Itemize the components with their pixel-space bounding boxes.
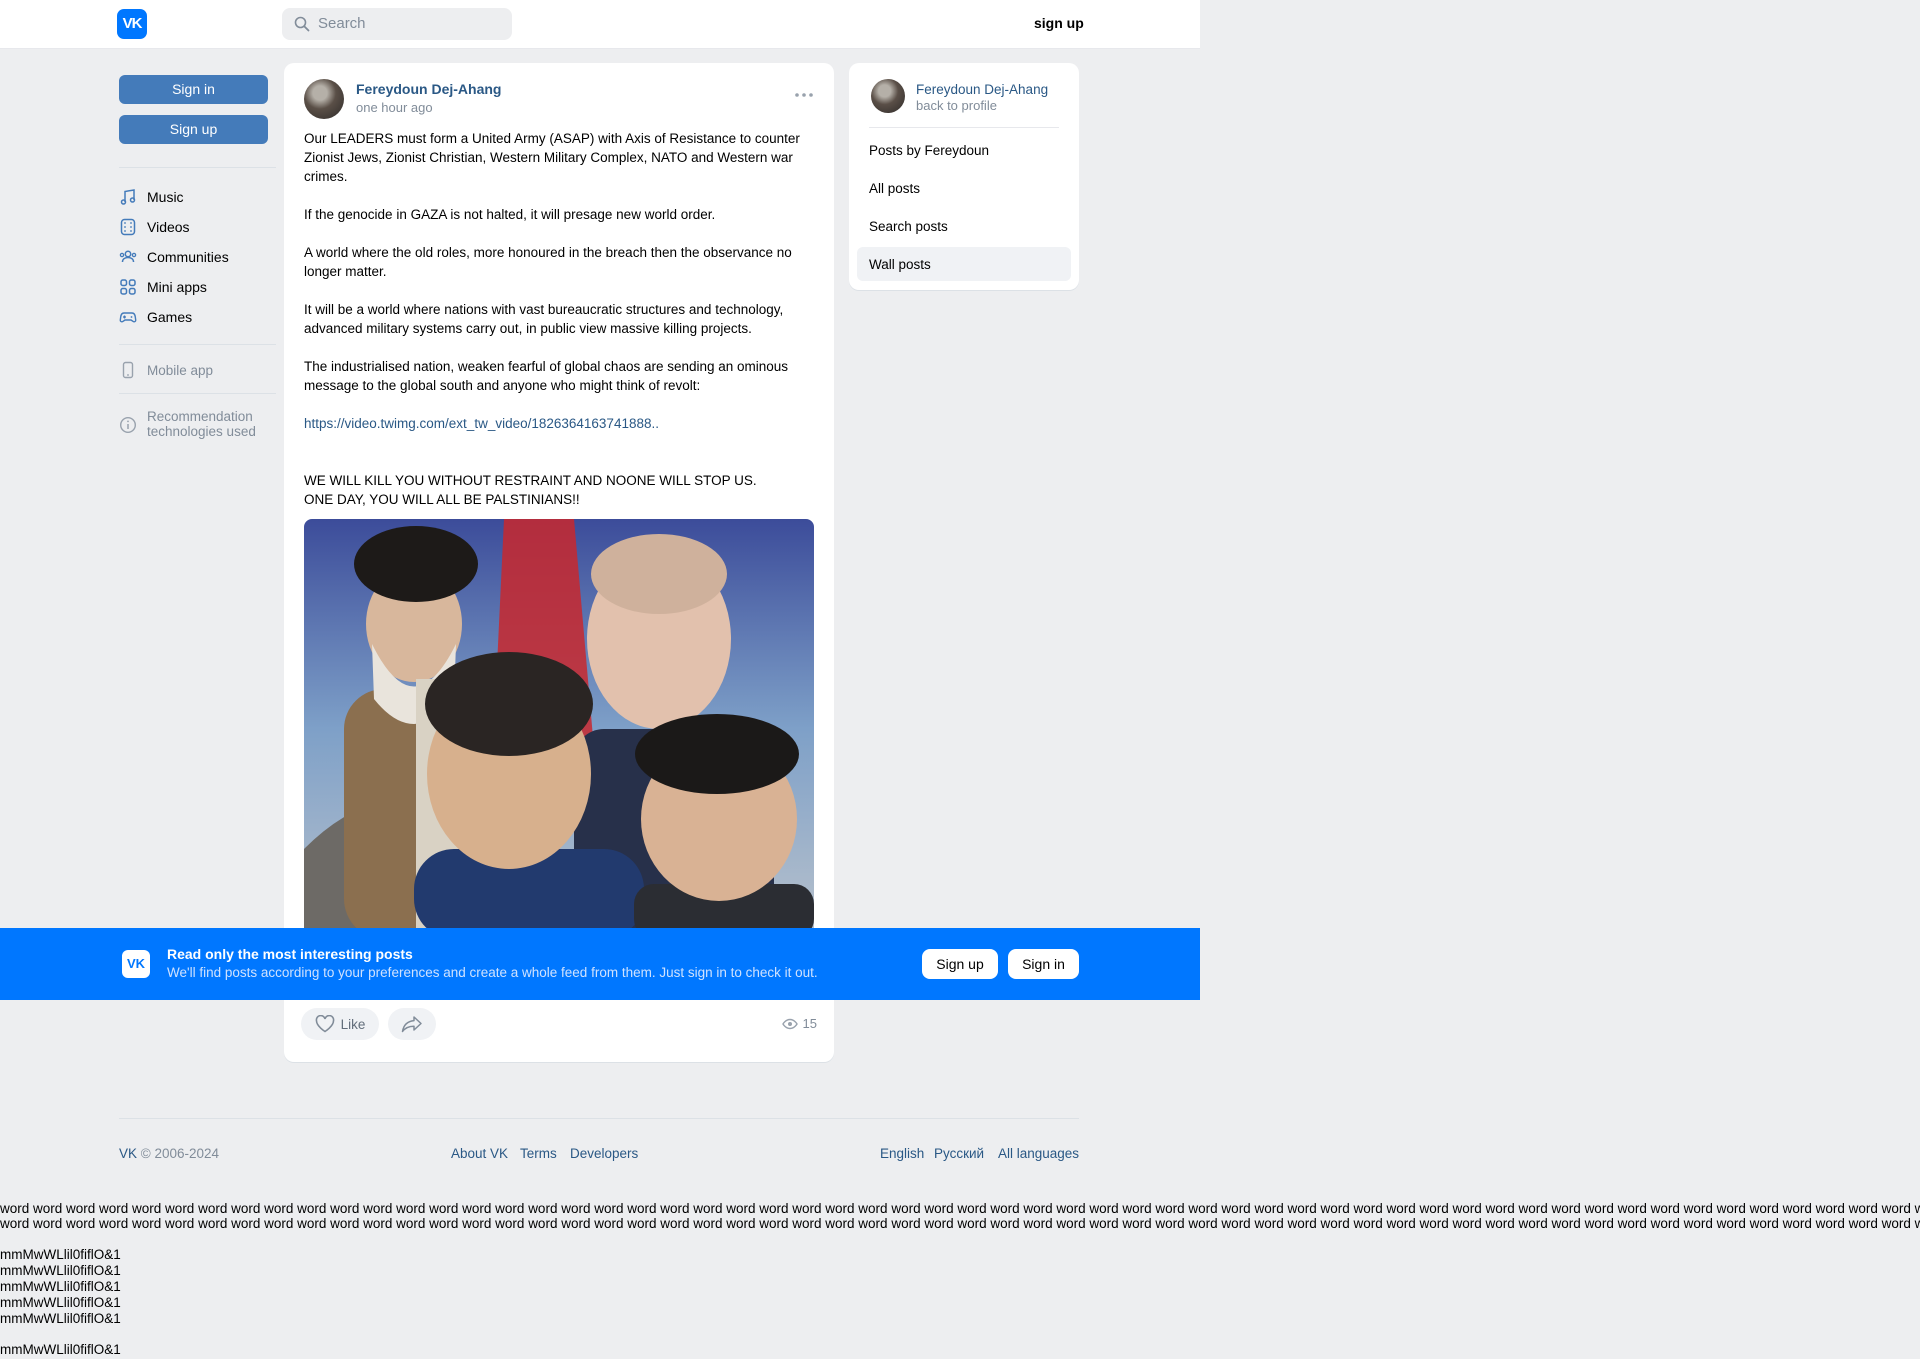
banner-vk-logo: VK: [122, 950, 150, 978]
profile-nav-panel: Fereydoun Dej-Ahang back to profile Post…: [849, 63, 1079, 290]
sidebar-item-label: Mini apps: [147, 279, 207, 295]
gamepad-icon: [119, 312, 137, 323]
post-text: Our LEADERS must form a United Army (ASA…: [304, 129, 814, 509]
panel-item-wall-posts[interactable]: Wall posts: [869, 257, 931, 272]
footer-all-languages-link[interactable]: All languages: [998, 1146, 1079, 1161]
banner-subtitle: We'll find posts according to your prefe…: [167, 965, 818, 980]
post-time[interactable]: one hour ago: [356, 100, 433, 115]
panel-divider: [869, 127, 1059, 128]
footer-english-link[interactable]: English: [880, 1146, 924, 1161]
word-filler-text: word word word word word word word word …: [0, 1201, 1920, 1231]
sidebar-item-videos[interactable]: Videos: [119, 215, 190, 239]
sidebar-item-label: Music: [147, 189, 184, 205]
sidebar-item-mini-apps[interactable]: Mini apps: [119, 275, 207, 299]
sidebar-item-communities[interactable]: Communities: [119, 245, 229, 269]
footer-copyright: VK © 2006-2024: [119, 1146, 220, 1161]
panel-item-search-posts[interactable]: Search posts: [869, 219, 948, 234]
sidebar-divider: [119, 167, 276, 168]
sidebar-item-music[interactable]: Music: [119, 185, 184, 209]
post-author[interactable]: Fereydoun Dej-Ahang: [356, 81, 501, 97]
sidebar-item-recommendations[interactable]: Recommendation technologies used: [119, 409, 256, 441]
sidebar-item-mobile-app[interactable]: Mobile app: [119, 358, 213, 382]
sidebar-item-games[interactable]: Games: [119, 305, 192, 329]
communities-icon: [119, 250, 137, 263]
banner-title: Read only the most interesting posts: [167, 946, 413, 962]
post-photo[interactable]: [304, 519, 814, 939]
profile-avatar[interactable]: [871, 79, 905, 113]
mm-text-line: mmMwWLlil0fiflO&1: [0, 1342, 121, 1357]
top-header: VK Search sign up: [0, 0, 1200, 48]
header-signup-link[interactable]: sign up: [1034, 15, 1084, 31]
search-icon: [294, 16, 310, 32]
mini-apps-icon: [120, 279, 136, 295]
vk-logo[interactable]: VK: [117, 9, 147, 39]
music-icon: [120, 189, 136, 205]
post-card: Fereydoun Dej-Ahang one hour ago Our LEA…: [284, 63, 834, 1062]
post-paragraph: If the genocide in GAZA is not halted, i…: [304, 207, 716, 222]
mm-text-line: mmMwWLlil0fiflO&1: [0, 1279, 121, 1294]
views-count: 15: [802, 1016, 817, 1031]
word-line: word word word word word word word word …: [0, 1216, 1920, 1231]
mm-text-line: mmMwWLlil0fiflO&1: [0, 1311, 121, 1326]
author-avatar[interactable]: [304, 79, 344, 119]
footer-divider: [119, 1118, 1079, 1119]
mm-text-line: mmMwWLlil0fiflO&1: [0, 1247, 121, 1262]
post-video-link[interactable]: https://video.twimg.com/ext_tw_video/182…: [304, 416, 659, 431]
sidebar-item-label: Videos: [147, 219, 190, 235]
views-counter: 15: [781, 1016, 817, 1031]
info-icon: [119, 416, 137, 434]
banner-sign-up-button[interactable]: Sign up: [922, 949, 998, 979]
like-button[interactable]: Like: [301, 1008, 379, 1040]
post-paragraph: A world where the old roles, more honour…: [304, 245, 792, 279]
post-paragraph: It will be a world where nations with va…: [304, 302, 784, 336]
back-to-profile-link[interactable]: back to profile: [916, 98, 997, 113]
share-button[interactable]: [388, 1008, 436, 1040]
sidebar-divider: [119, 344, 276, 345]
sidebar-divider: [119, 393, 276, 394]
signup-banner: VK Read only the most interesting posts …: [0, 928, 1200, 1000]
recommendation-label-line2: technologies used: [147, 424, 256, 439]
mobile-app-label: Mobile app: [147, 362, 214, 378]
post-paragraph: The industrialised nation, weaken fearfu…: [304, 359, 789, 393]
profile-name-link[interactable]: Fereydoun Dej-Ahang: [916, 82, 1048, 97]
footer-developers-link[interactable]: Developers: [570, 1146, 638, 1161]
search-input[interactable]: Search: [282, 8, 512, 40]
post-paragraph: ONE DAY, YOU WILL ALL BE PALSTINIANS!!: [304, 492, 580, 507]
mm-text-line: mmMwWLlil0fiflO&1: [0, 1263, 121, 1278]
panel-item-posts-by[interactable]: Posts by Fereydoun: [869, 143, 989, 158]
sidebar-item-label: Games: [147, 309, 193, 325]
footer-terms-link[interactable]: Terms: [520, 1146, 557, 1161]
recommendation-label-line1: Recommendation: [147, 409, 253, 424]
eye-icon: [781, 1018, 798, 1029]
sign-up-button[interactable]: Sign up: [119, 115, 268, 144]
post-actions: Like 15: [301, 1008, 821, 1040]
mm-text-line: mmMwWLlil0fiflO&1: [0, 1295, 121, 1310]
more-options-icon[interactable]: [794, 91, 814, 99]
sign-in-button[interactable]: Sign in: [119, 75, 268, 104]
footer-about-link[interactable]: About VK: [451, 1146, 508, 1161]
panel-item-all-posts[interactable]: All posts: [869, 181, 920, 196]
search-placeholder: Search: [318, 15, 366, 32]
sidebar-item-label: Communities: [147, 249, 229, 265]
video-icon: [120, 218, 136, 236]
post-paragraph: Our LEADERS must form a United Army (ASA…: [304, 131, 800, 184]
footer-russian-link[interactable]: Русский: [934, 1146, 984, 1161]
share-icon: [401, 1016, 422, 1033]
banner-sign-in-button[interactable]: Sign in: [1008, 949, 1079, 979]
heart-icon: [315, 1015, 334, 1033]
post-paragraph: WE WILL KILL YOU WITHOUT RESTRAINT AND N…: [304, 473, 757, 488]
word-line: word word word word word word word word …: [0, 1201, 1920, 1216]
like-label: Like: [340, 1016, 366, 1032]
post-photo-illustration: [304, 519, 814, 939]
phone-icon: [122, 361, 134, 379]
